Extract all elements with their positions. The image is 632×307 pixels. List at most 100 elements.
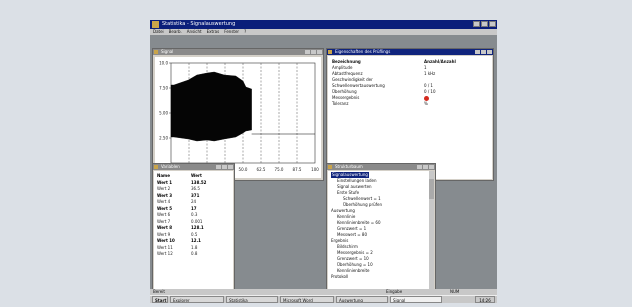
tree-window-title: Strukturbaum bbox=[335, 164, 363, 169]
menu-datei[interactable]: Datei bbox=[153, 29, 164, 35]
variable-name: Name bbox=[157, 173, 170, 178]
variable-row[interactable]: Wert 3 371 bbox=[157, 193, 231, 199]
taskbar-button-auswertung[interactable]: Auswertung bbox=[336, 296, 388, 303]
variable-value: 24 bbox=[191, 199, 197, 204]
variable-name: Wert 8 bbox=[157, 225, 173, 230]
variable-name: Wert 1 bbox=[157, 179, 173, 185]
menu-bar: Datei Bearb. Ansicht Extras Fenster ? bbox=[150, 29, 497, 35]
x-tick-label: 87.5 bbox=[293, 167, 302, 172]
variables-header-row[interactable]: Name Wert bbox=[157, 173, 231, 179]
y-tick-label: 5.00 bbox=[159, 111, 168, 116]
window-icon bbox=[154, 165, 158, 169]
taskbar: Start Explorer Statistika Microsoft Word… bbox=[150, 295, 497, 303]
taskbar-button-signal[interactable]: Signal bbox=[390, 296, 442, 303]
variable-name: Wert 9 bbox=[157, 231, 171, 237]
menu-help[interactable]: ? bbox=[244, 29, 246, 35]
y-tick-label: 2.50 bbox=[159, 136, 168, 141]
signal-window[interactable]: Signal 0.0012.525.037.550.062.575.087.51… bbox=[152, 48, 324, 181]
signal-plot-area: 0.0012.525.037.550.062.575.087.510010.07… bbox=[155, 57, 321, 178]
tree-window[interactable]: Strukturbaum Signalauswertung Einstellung… bbox=[326, 163, 436, 291]
menu-extras[interactable]: Extras bbox=[207, 29, 220, 35]
window-close-button[interactable] bbox=[429, 165, 434, 169]
property-name: Toleranz bbox=[332, 101, 349, 106]
x-tick-label: 50.0 bbox=[239, 167, 248, 172]
variable-value: 36.5 bbox=[191, 186, 200, 191]
tree-scrollbar[interactable] bbox=[429, 171, 434, 289]
tree-window-titlebar[interactable]: Strukturbaum bbox=[327, 164, 435, 170]
window-maximize-button[interactable] bbox=[423, 165, 428, 169]
variable-value: Wert bbox=[191, 173, 202, 178]
window-close-button[interactable] bbox=[487, 50, 492, 54]
variables-window-title: Variablen bbox=[161, 164, 180, 169]
property-row[interactable]: Toleranz% bbox=[332, 101, 492, 107]
properties-list: Bezeichnung Anzahl/Anzahl Amplitude 1 Abtast… bbox=[328, 56, 492, 179]
variable-value: 0.001 bbox=[191, 218, 203, 224]
variable-value: 128.1 bbox=[191, 225, 204, 230]
variable-name: Wert 5 bbox=[157, 205, 173, 211]
menu-bearbeiten[interactable]: Bearb. bbox=[169, 29, 182, 35]
start-button[interactable]: Start bbox=[152, 296, 168, 303]
window-maximize-button[interactable] bbox=[481, 50, 486, 54]
window-icon bbox=[154, 50, 158, 54]
variables-list: Name Wert Wert 1 138.52 Wert 2 36.5 Wert 3 371 W… bbox=[154, 171, 233, 289]
x-tick-label: 75.0 bbox=[275, 167, 284, 172]
window-maximize-button[interactable] bbox=[222, 165, 227, 169]
window-minimize-button[interactable] bbox=[475, 50, 480, 54]
variable-row[interactable]: Wert 5 17 bbox=[157, 206, 231, 212]
variable-row[interactable]: Wert 4 24 bbox=[157, 199, 231, 205]
signal-window-title: Signal bbox=[161, 49, 174, 54]
variable-row[interactable]: Wert 1 138.52 bbox=[157, 180, 231, 186]
y-tick-label: 7.50 bbox=[159, 86, 168, 91]
variable-row[interactable]: Wert 10 12.1 bbox=[157, 238, 231, 244]
minimize-button[interactable] bbox=[473, 21, 480, 27]
variable-row[interactable]: Wert 6 0.3 bbox=[157, 212, 231, 218]
variable-name: Wert 6 bbox=[157, 212, 171, 217]
variable-row[interactable]: Wert 7 0.001 bbox=[157, 219, 231, 225]
taskbar-button-word[interactable]: Microsoft Word bbox=[280, 296, 334, 303]
signal-chart: 0.0012.525.037.550.062.575.087.510010.07… bbox=[159, 61, 319, 173]
taskbar-button-explorer[interactable]: Explorer bbox=[170, 296, 224, 303]
variable-row[interactable]: Wert 9 0.5 bbox=[157, 232, 231, 238]
window-icon bbox=[328, 50, 332, 54]
app-title: Statistika - Signalauswertung bbox=[162, 21, 236, 27]
structure-tree: Signalauswertung Einstellungen laden Signa… bbox=[328, 171, 429, 289]
variable-value: 0.8 bbox=[191, 251, 198, 256]
window-minimize-button[interactable] bbox=[417, 165, 422, 169]
variable-row[interactable]: Wert 12 0.8 bbox=[157, 251, 231, 257]
window-close-button[interactable] bbox=[317, 50, 322, 54]
tree-node[interactable]: Protokoll bbox=[331, 274, 348, 280]
window-minimize-button[interactable] bbox=[216, 165, 221, 169]
variable-value: 12.1 bbox=[191, 238, 201, 243]
variable-name: Wert 11 bbox=[157, 244, 173, 250]
variable-name: Wert 3 bbox=[157, 192, 173, 198]
variable-row[interactable]: Wert 2 36.5 bbox=[157, 186, 231, 192]
red-status-dot-icon bbox=[424, 95, 429, 101]
properties-window-titlebar[interactable]: Eigenschaften des Prüflings bbox=[327, 49, 493, 55]
x-tick-label: 62.5 bbox=[257, 167, 266, 172]
variable-value: 0.5 bbox=[191, 231, 198, 237]
variable-value: 1.8 bbox=[191, 244, 198, 250]
signal-window-titlebar[interactable]: Signal bbox=[153, 49, 323, 55]
variables-window-titlebar[interactable]: Variablen bbox=[153, 164, 234, 170]
menu-ansicht[interactable]: Ansicht bbox=[187, 29, 202, 35]
window-maximize-button[interactable] bbox=[311, 50, 316, 54]
taskbar-button-statistika[interactable]: Statistika bbox=[226, 296, 278, 303]
app-titlebar: Statistika - Signalauswertung bbox=[150, 20, 497, 29]
variable-value: 0.3 bbox=[191, 212, 198, 217]
variable-row[interactable]: Wert 8 128.1 bbox=[157, 225, 231, 231]
variable-row[interactable]: Wert 11 1.8 bbox=[157, 245, 231, 251]
y-tick-label: 10.0 bbox=[159, 61, 168, 66]
signal-envelope bbox=[170, 71, 252, 142]
variables-window[interactable]: Variablen Name Wert Wert 1 138.52 Wert 2 36.5… bbox=[152, 163, 235, 291]
window-minimize-button[interactable] bbox=[305, 50, 310, 54]
system-clock: 14:26 bbox=[475, 296, 495, 303]
maximize-button[interactable] bbox=[481, 21, 488, 27]
menu-fenster[interactable]: Fenster bbox=[224, 29, 239, 35]
properties-window[interactable]: Eigenschaften des Prüflings Bezeichnung A… bbox=[326, 48, 494, 181]
variable-value: 371 bbox=[191, 192, 200, 198]
scrollbar-thumb[interactable] bbox=[429, 179, 434, 199]
window-close-button[interactable] bbox=[228, 165, 233, 169]
property-value: % bbox=[424, 101, 428, 106]
variable-name: Wert 12 bbox=[157, 251, 173, 256]
close-button[interactable] bbox=[489, 21, 496, 27]
